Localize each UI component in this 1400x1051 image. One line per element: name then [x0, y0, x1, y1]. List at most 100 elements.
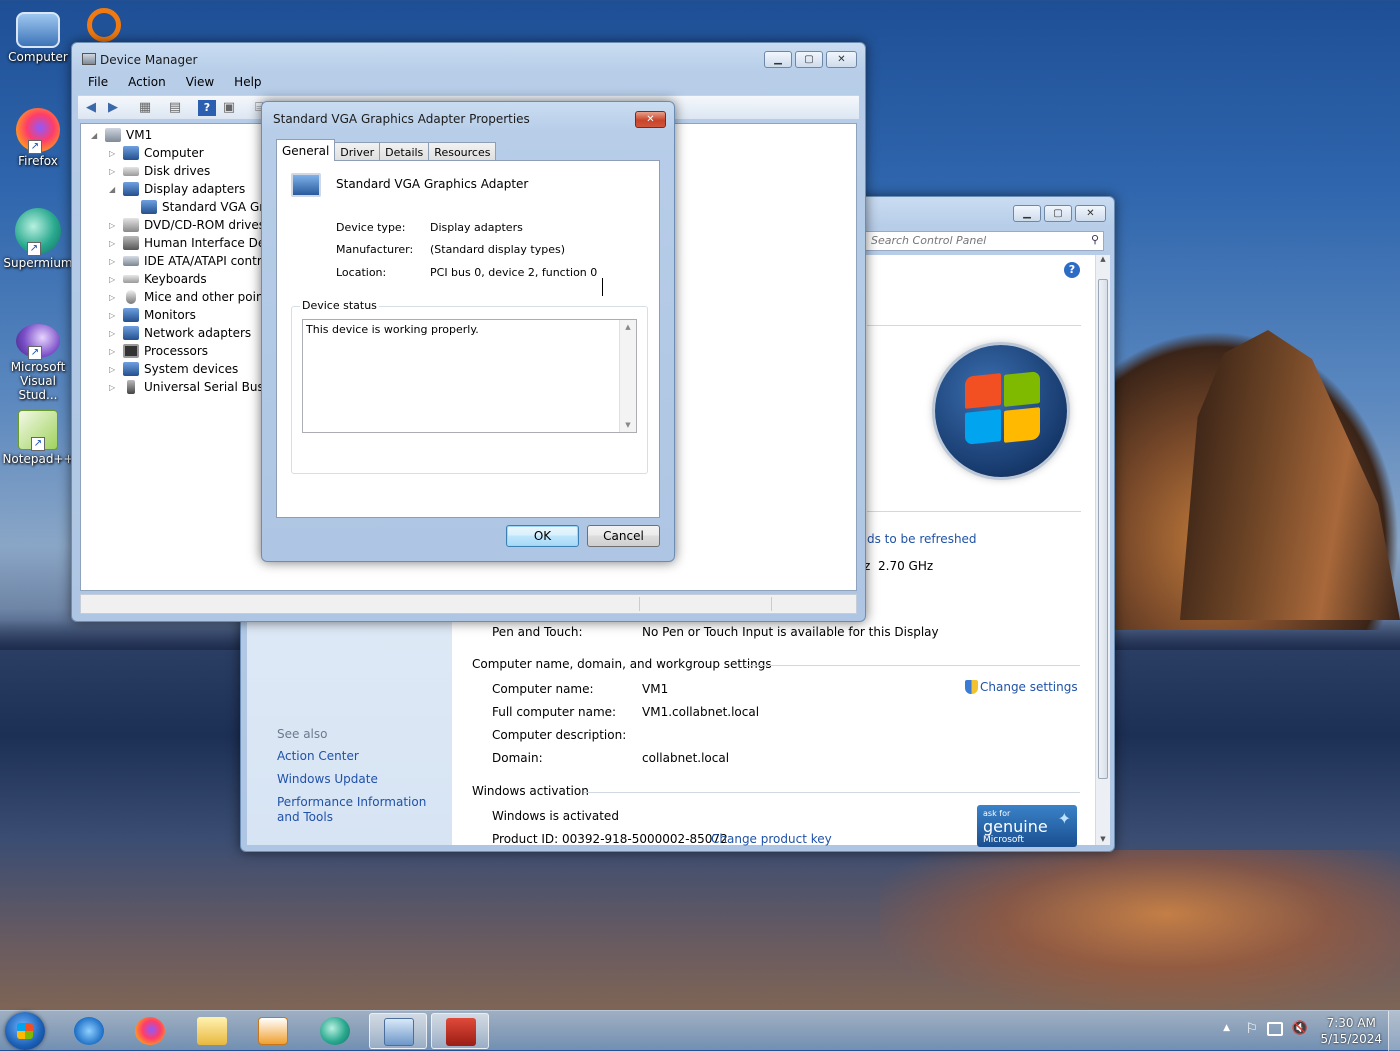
menu-view[interactable]: View	[176, 73, 224, 93]
tab-general[interactable]: General	[276, 139, 336, 161]
device-type-value: Display adapters	[430, 221, 523, 234]
collapsed-arrow-icon[interactable]: ▷	[109, 311, 119, 320]
action-pane-icon[interactable]: ▣	[220, 100, 238, 116]
taskbar-media-player[interactable]	[244, 1013, 302, 1049]
close-button[interactable]: ✕	[826, 51, 857, 68]
collapsed-arrow-icon[interactable]: ▷	[109, 257, 119, 266]
tree-item-dvd-drives[interactable]: ▷ DVD/CD-ROM drives	[109, 216, 265, 234]
window-controls: ▁ ▢ ✕	[764, 51, 857, 68]
scroll-thumb[interactable]	[1098, 279, 1108, 779]
collapsed-arrow-icon[interactable]: ▷	[109, 275, 119, 284]
genuine-microsoft-badge[interactable]: ask for genuine Microsoft ✦	[977, 805, 1077, 847]
minimize-button[interactable]: ▁	[764, 51, 792, 68]
network-icon[interactable]	[1267, 1022, 1283, 1036]
close-button[interactable]: ✕	[1075, 205, 1106, 222]
back-arrow-icon[interactable]: ◀	[82, 100, 100, 116]
minimize-button[interactable]: ▁	[1013, 205, 1041, 222]
keyboard-icon	[123, 275, 139, 283]
refresh-link[interactable]: ds to be refreshed	[867, 532, 977, 546]
help-icon[interactable]: ?	[1064, 262, 1080, 278]
search-control-panel-input[interactable]: Search Control Panel ⚲	[864, 231, 1104, 251]
menu-action[interactable]: Action	[118, 73, 176, 93]
desktop-icon-firefox[interactable]: ↗ Firefox	[2, 108, 74, 168]
scroll-down-icon[interactable]: ▼	[620, 421, 636, 429]
show-hide-console-icon[interactable]: ▦	[136, 100, 154, 116]
collapsed-arrow-icon[interactable]: ▷	[109, 383, 119, 392]
maximize-button[interactable]: ▢	[795, 51, 823, 68]
tree-item-processors[interactable]: ▷ Processors	[109, 342, 208, 360]
scroll-down-icon[interactable]: ▼	[1096, 835, 1110, 843]
help-icon[interactable]: ?	[198, 100, 216, 116]
taskbar-firefox[interactable]	[121, 1013, 179, 1049]
collapsed-arrow-icon[interactable]: ▷	[109, 239, 119, 248]
taskbar-internet-explorer[interactable]	[60, 1013, 118, 1049]
start-button[interactable]	[5, 1012, 45, 1050]
textbox-scrollbar[interactable]: ▲ ▼	[619, 320, 636, 432]
taskbar-explorer[interactable]	[183, 1013, 241, 1049]
tab-details[interactable]: Details	[379, 142, 430, 161]
maximize-button[interactable]: ▢	[1044, 205, 1072, 222]
desktop-icon-notepadpp[interactable]: ↗ Notepad++	[2, 410, 74, 466]
tree-item-system-devices[interactable]: ▷ System devices	[109, 360, 238, 378]
volume-muted-icon[interactable]: 🔇	[1292, 1021, 1308, 1036]
collapsed-arrow-icon[interactable]: ▷	[109, 347, 119, 356]
tree-item-standard-vga[interactable]: Standard VGA Grap	[141, 198, 279, 216]
taskbar-device-manager[interactable]	[431, 1013, 489, 1049]
collapsed-arrow-icon[interactable]: ▷	[109, 365, 119, 374]
action-center-flag-icon[interactable]: ⚐	[1245, 1021, 1258, 1037]
collapsed-arrow-icon[interactable]: ▷	[109, 221, 119, 230]
tree-item-keyboards[interactable]: ▷ Keyboards	[109, 270, 207, 288]
change-product-key-link[interactable]: Change product key	[711, 832, 832, 846]
performance-info-link[interactable]: Performance Information and Tools	[277, 795, 442, 825]
tree-root[interactable]: ◢ VM1	[91, 126, 152, 144]
desktop-icon-app[interactable]	[84, 8, 124, 44]
action-center-link[interactable]: Action Center	[277, 749, 359, 763]
show-hidden-icons-icon[interactable]: ▲	[1223, 1023, 1230, 1033]
scroll-up-icon[interactable]: ▲	[620, 323, 636, 331]
firefox-icon	[135, 1017, 165, 1045]
ok-button[interactable]: OK	[506, 525, 579, 547]
close-button[interactable]: ✕	[635, 111, 666, 128]
menu-file[interactable]: File	[78, 73, 118, 93]
expand-arrow-icon[interactable]: ◢	[91, 131, 101, 140]
manufacturer-label: Manufacturer:	[336, 243, 414, 256]
windows-update-link[interactable]: Windows Update	[277, 772, 378, 786]
desktop-icon-visual-studio[interactable]: ↗ Microsoft Visual Stud...	[2, 318, 74, 402]
collapsed-arrow-icon[interactable]: ▷	[109, 329, 119, 338]
vertical-scrollbar[interactable]: ▲ ▼	[1095, 255, 1110, 845]
tree-item-mice[interactable]: ▷ Mice and other pointin	[109, 288, 279, 306]
taskbar-supermium[interactable]	[306, 1013, 364, 1049]
tree-item-usb[interactable]: ▷ Universal Serial Bus co	[109, 378, 282, 396]
dvd-drive-icon	[123, 218, 139, 232]
device-manager-titlebar[interactable]: Device Manager	[72, 43, 865, 71]
expand-arrow-icon[interactable]: ◢	[109, 185, 119, 194]
tree-item-ide-ata[interactable]: ▷ IDE ATA/ATAPI contro	[109, 252, 269, 270]
tree-item-network-adapters[interactable]: ▷ Network adapters	[109, 324, 251, 342]
device-status-textbox[interactable]: This device is working properly. ▲ ▼	[302, 319, 637, 433]
tree-item-disk-drives[interactable]: ▷ Disk drives	[109, 162, 210, 180]
show-desktop-button[interactable]	[1388, 1011, 1400, 1051]
properties-titlebar[interactable]: Standard VGA Graphics Adapter Properties	[262, 102, 674, 130]
desktop-icon-label: Computer	[8, 50, 68, 64]
change-settings-link[interactable]: Change settings	[965, 680, 1078, 694]
desktop-icon-supermium[interactable]: ↗ Supermium	[2, 208, 74, 270]
menu-help[interactable]: Help	[224, 73, 271, 93]
clock[interactable]: 7:30 AM 5/15/2024	[1320, 1015, 1382, 1047]
desktop-icon-computer[interactable]: Computer	[2, 8, 74, 64]
taskbar-system[interactable]	[369, 1013, 427, 1049]
forward-arrow-icon[interactable]: ▶	[104, 100, 122, 116]
tree-item-monitors[interactable]: ▷ Monitors	[109, 306, 196, 324]
tab-driver[interactable]: Driver	[334, 142, 381, 161]
cancel-button[interactable]: Cancel	[587, 525, 660, 547]
properties-dialog[interactable]: Standard VGA Graphics Adapter Properties…	[261, 101, 675, 562]
tree-item-computer[interactable]: ▷ Computer	[109, 144, 204, 162]
properties-icon[interactable]: ▤	[166, 100, 184, 116]
tree-item-hid[interactable]: ▷ Human Interface Devic	[109, 234, 282, 252]
collapsed-arrow-icon[interactable]: ▷	[109, 167, 119, 176]
tree-item-display-adapters[interactable]: ◢ Display adapters	[109, 180, 245, 198]
collapsed-arrow-icon[interactable]: ▷	[109, 293, 119, 302]
scroll-up-icon[interactable]: ▲	[1096, 255, 1110, 263]
collapsed-arrow-icon[interactable]: ▷	[109, 149, 119, 158]
computer-icon	[123, 146, 139, 160]
tab-resources[interactable]: Resources	[428, 142, 497, 161]
